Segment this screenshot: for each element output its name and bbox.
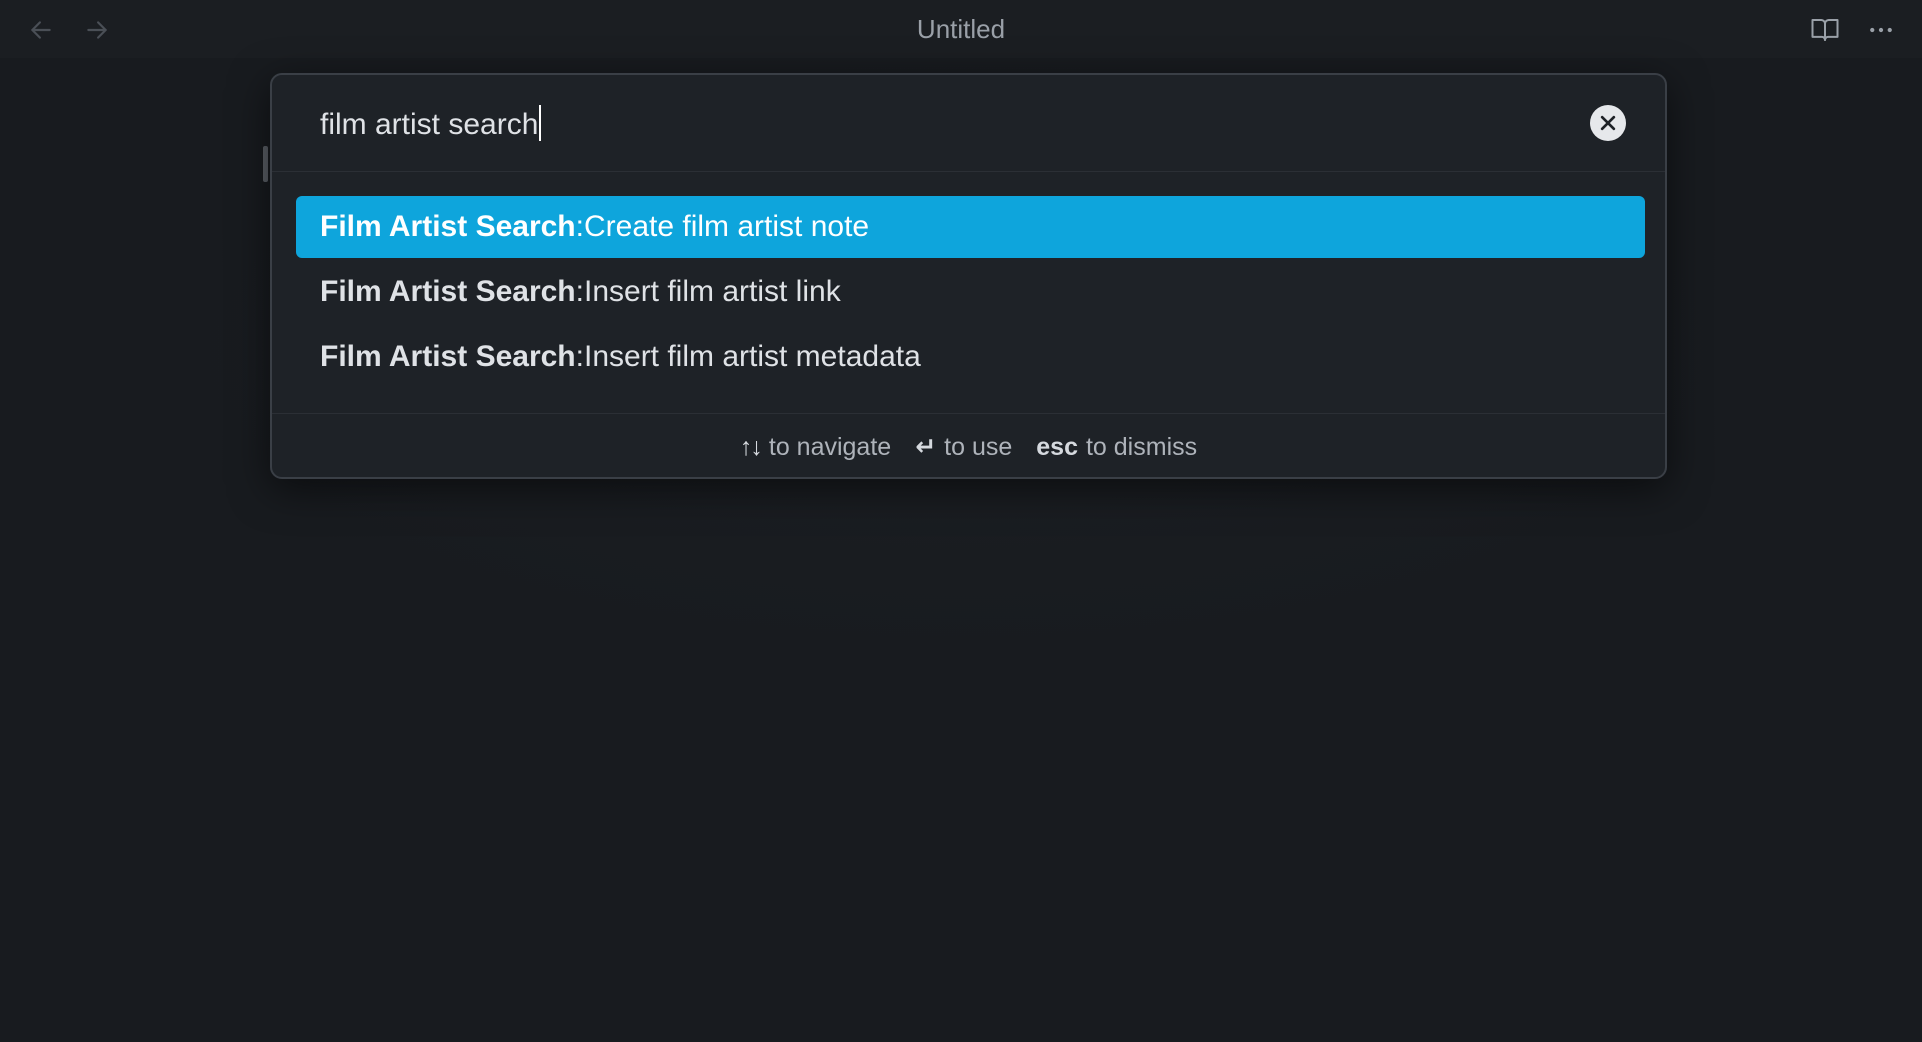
- reading-view-button[interactable]: [1807, 12, 1843, 48]
- result-prefix: Film Artist Search: [320, 210, 576, 243]
- palette-footer: ↑↓ to navigate ↵ to use esc to dismiss: [272, 413, 1665, 477]
- more-horizontal-icon: [1870, 27, 1892, 33]
- search-query-text: film artist search: [320, 108, 539, 141]
- clear-search-button[interactable]: [1590, 105, 1626, 141]
- result-prefix: Film Artist Search: [320, 275, 576, 308]
- enter-key-icon: ↵: [915, 433, 937, 461]
- hint-text: to navigate: [768, 432, 892, 461]
- window-title: Untitled: [916, 14, 1006, 44]
- arrow-left-icon: [31, 21, 51, 39]
- book-open-icon: [1811, 19, 1839, 41]
- result-separator: :: [575, 340, 584, 373]
- app-window: Untitled film artist search Film Artist …: [0, 0, 1922, 1042]
- forward-button[interactable]: [80, 13, 114, 47]
- result-label: Create film artist note: [583, 210, 870, 243]
- back-button[interactable]: [24, 13, 58, 47]
- result-item-insert-metadata[interactable]: Film Artist Search: Insert film artist m…: [296, 326, 1645, 388]
- result-item-insert-link[interactable]: Film Artist Search: Insert film artist l…: [296, 261, 1645, 323]
- search-input[interactable]: film artist search: [320, 105, 542, 142]
- result-label: Insert film artist metadata: [583, 340, 921, 373]
- result-separator: :: [575, 210, 584, 243]
- hint-text: to dismiss: [1085, 432, 1198, 461]
- results-list: Film Artist Search: Create film artist n…: [296, 196, 1645, 391]
- title-bar: Untitled: [0, 0, 1922, 58]
- result-item-create-note[interactable]: Film Artist Search: Create film artist n…: [296, 196, 1645, 258]
- close-icon: [1600, 115, 1616, 131]
- arrow-keys-icon: ↑↓: [739, 432, 763, 461]
- hint-text: to use: [944, 432, 1013, 461]
- result-separator: :: [575, 275, 584, 308]
- hint-dismiss: esc to dismiss: [1036, 433, 1197, 462]
- editor-gutter-marker: [263, 146, 268, 182]
- hint-use: ↵ to use: [915, 432, 1012, 462]
- arrow-right-icon: [87, 21, 107, 39]
- text-caret: [539, 105, 542, 141]
- result-label: Insert film artist link: [583, 275, 841, 308]
- search-row: film artist search: [272, 75, 1665, 172]
- esc-key-label: esc: [1036, 432, 1078, 461]
- command-palette: film artist search Film Artist Search: C…: [270, 73, 1667, 479]
- more-options-button[interactable]: [1863, 12, 1899, 48]
- result-prefix: Film Artist Search: [320, 340, 576, 373]
- hint-navigate: ↑↓ to navigate: [740, 433, 891, 462]
